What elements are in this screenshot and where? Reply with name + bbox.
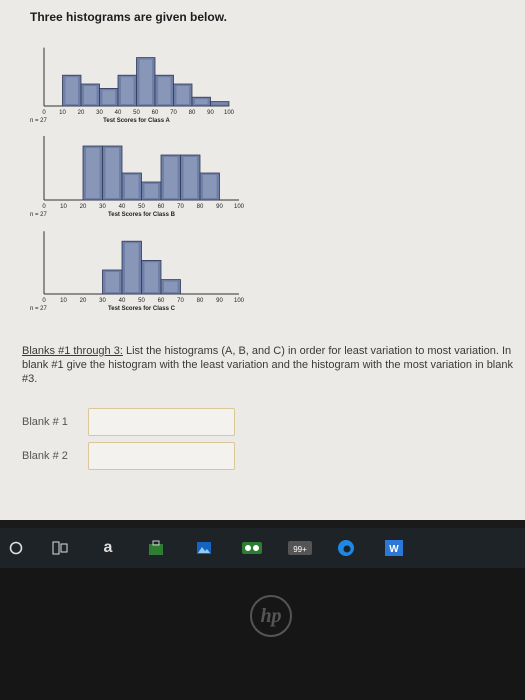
- tripadvisor-icon[interactable]: [240, 536, 264, 560]
- word-letter: W: [389, 544, 399, 555]
- x-tick-label: 0: [42, 204, 46, 210]
- x-tick-label: 0: [42, 110, 46, 116]
- browser-page: Three histograms are given below. 0 10 20 3…: [0, 0, 525, 520]
- x-tick-label: 100: [224, 110, 235, 116]
- sample-size-label: n = 27: [30, 212, 48, 218]
- x-tick-label: 20: [78, 110, 85, 116]
- histogram-bar-fill: [203, 175, 217, 198]
- instructions-lead: Blanks #1 through 3:: [22, 345, 123, 357]
- x-tick-label: 70: [177, 298, 184, 304]
- histogram-class-c: 0 10 20 30 40 50 60 70 80 90 100 n = 27 Test Scores …: [30, 231, 260, 325]
- badge-count: 99+: [293, 545, 307, 554]
- x-tick-label: 80: [197, 298, 204, 304]
- histogram-class-b: 0 10 20 30 40 50 60 70 80 90 100 n = 27 Test Scores …: [30, 128, 260, 233]
- x-tick-label: 30: [99, 298, 106, 304]
- x-tick-label: 80: [189, 110, 196, 116]
- question-title: Three histograms are given below.: [30, 10, 227, 24]
- sample-size-label: n = 27: [30, 118, 48, 124]
- blank-2-row: Blank # 2: [22, 442, 235, 470]
- x-tick-label: 70: [170, 110, 177, 116]
- amazon-icon[interactable]: a: [96, 536, 120, 560]
- x-tick-label: 60: [158, 298, 165, 304]
- x-tick-label: 50: [138, 204, 145, 210]
- histogram-bar-fill: [84, 86, 97, 104]
- x-tick-label: 40: [115, 110, 122, 116]
- histogram-bar-fill: [102, 90, 115, 104]
- x-tick-label: 30: [99, 204, 106, 210]
- x-tick-label: 90: [207, 110, 214, 116]
- start-circle-icon[interactable]: [4, 536, 28, 560]
- histogram-bar-fill: [176, 86, 189, 104]
- x-tick-label: 30: [96, 110, 103, 116]
- histogram-bar-fill: [139, 59, 152, 104]
- histogram-bar-fill: [164, 281, 178, 292]
- x-tick-label: 20: [80, 298, 87, 304]
- instructions: Blanks #1 through 3: List the histograms…: [22, 344, 522, 386]
- x-tick-label: 80: [197, 204, 204, 210]
- histogram-bar-fill: [144, 184, 158, 198]
- x-tick-label: 0: [42, 298, 46, 304]
- histogram-bar-fill: [125, 175, 139, 198]
- mail-badge-icon[interactable]: 99+: [288, 536, 316, 560]
- x-tick-label: 90: [216, 204, 223, 210]
- x-tick-label: 10: [59, 110, 66, 116]
- x-tick-label: 100: [234, 204, 245, 210]
- histogram-caption: Test Scores for Class B: [108, 212, 176, 218]
- histogram-caption: Test Scores for Class C: [108, 306, 176, 312]
- histogram-bar-fill: [164, 157, 178, 198]
- x-tick-label: 60: [152, 110, 159, 116]
- histogram-caption: Test Scores for Class A: [103, 118, 170, 124]
- hp-logo: hp: [250, 595, 292, 637]
- blank-2-label: Blank # 2: [22, 450, 68, 462]
- histogram-bar-fill: [125, 243, 139, 292]
- word-icon[interactable]: W: [382, 536, 406, 560]
- histogram-bar-fill: [86, 148, 100, 198]
- sample-size-label: n = 27: [30, 306, 48, 312]
- x-tick-label: 40: [119, 298, 126, 304]
- histogram-bar-fill: [105, 272, 119, 292]
- blank-1-label: Blank # 1: [22, 416, 68, 428]
- x-tick-label: 90: [216, 298, 223, 304]
- histogram-bar-fill: [105, 148, 119, 198]
- histogram-bar-fill: [65, 77, 78, 104]
- x-tick-label: 70: [177, 204, 184, 210]
- blank-1-input[interactable]: [88, 408, 235, 436]
- histogram-bar-fill: [121, 77, 134, 104]
- edge-icon[interactable]: [334, 536, 358, 560]
- histogram-bar-fill: [158, 77, 171, 104]
- x-tick-label: 10: [60, 204, 67, 210]
- taskbar: a 99+ W: [0, 528, 525, 568]
- x-tick-label: 10: [60, 298, 67, 304]
- x-tick-label: 40: [119, 204, 126, 210]
- blank-2-input[interactable]: [88, 442, 235, 470]
- x-tick-label: 20: [80, 204, 87, 210]
- task-view-icon[interactable]: [48, 536, 72, 560]
- photos-icon[interactable]: [192, 536, 216, 560]
- x-tick-label: 100: [234, 298, 245, 304]
- blank-1-row: Blank # 1: [22, 408, 235, 436]
- x-tick-label: 60: [158, 204, 165, 210]
- store-icon[interactable]: [144, 536, 168, 560]
- histogram-bar-fill: [195, 99, 208, 104]
- histogram-bar-fill: [183, 157, 197, 198]
- histogram-class-a: 0 10 20 30 40 50 60 70 80 90 100 n = 27 Test Scores …: [30, 40, 250, 140]
- x-tick-label: 50: [133, 110, 140, 116]
- x-tick-label: 50: [138, 298, 145, 304]
- histogram-bar-fill: [144, 262, 158, 292]
